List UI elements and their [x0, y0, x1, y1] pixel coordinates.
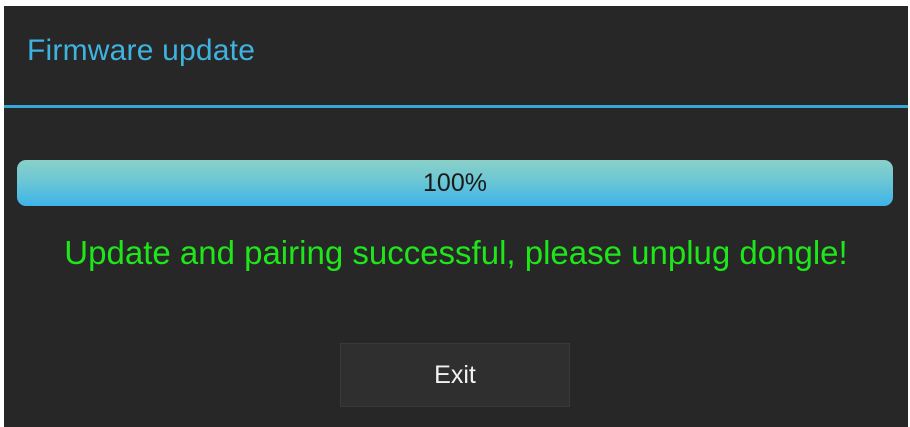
firmware-update-dialog: Firmware update 100% Update and pairing … [4, 6, 908, 427]
dialog-title-bar: Firmware update [4, 6, 908, 104]
dialog-title: Firmware update [27, 34, 256, 67]
status-message: Update and pairing successful, please un… [64, 234, 848, 271]
progress-bar: 100% [17, 160, 893, 206]
exit-button[interactable]: Exit [340, 343, 570, 407]
progress-label: 100% [423, 168, 487, 197]
title-divider [4, 105, 908, 108]
